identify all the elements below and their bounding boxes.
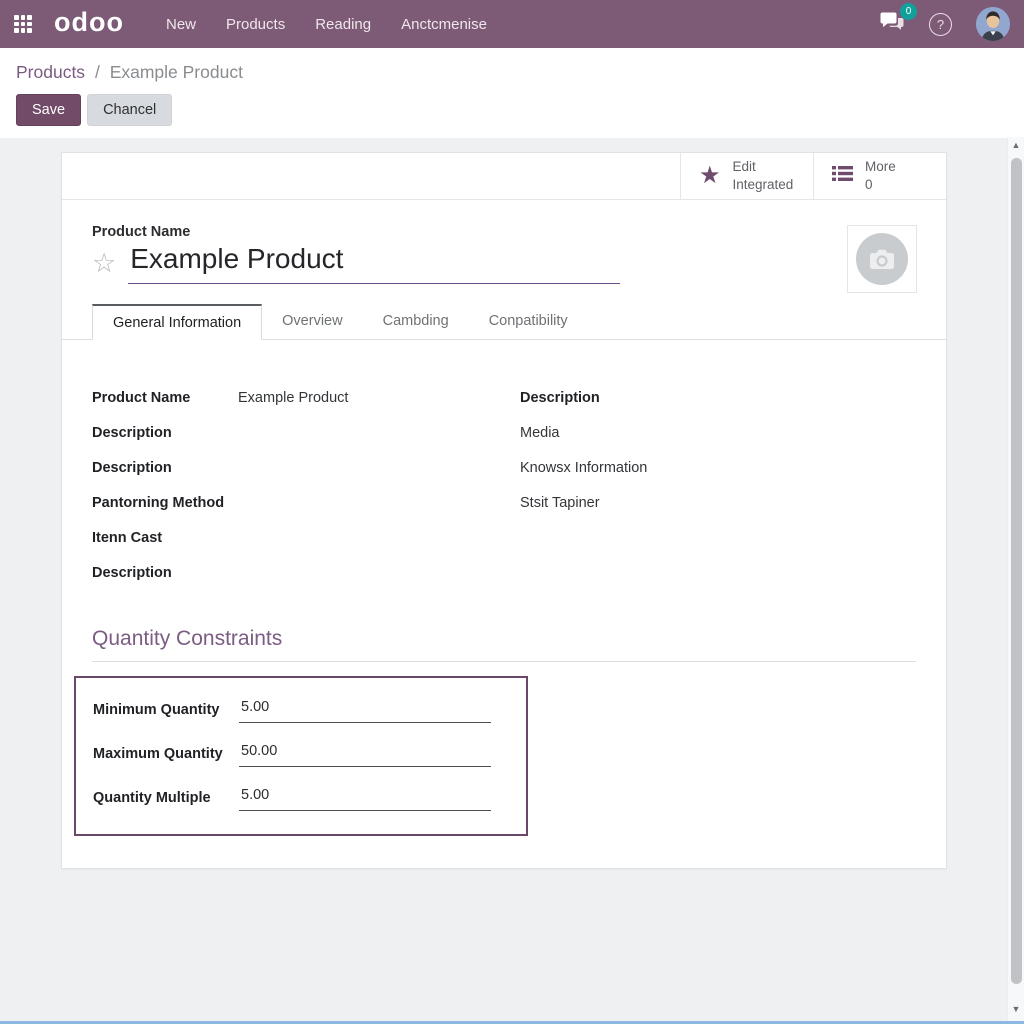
more-line2: 0 [865, 176, 896, 194]
cancel-button[interactable]: Chancel [87, 94, 172, 126]
field-label: Itenn Cast [92, 530, 238, 546]
odoo-logo[interactable]: odoo [54, 9, 124, 40]
field-row: Knowsx Information [520, 450, 916, 485]
tab-overview[interactable]: Overview [262, 304, 362, 340]
edit-integrated-line1: Edit [733, 158, 794, 176]
product-name-input[interactable]: Example Product [128, 243, 620, 284]
main-content: ★ Edit Integrated Mo [0, 138, 1024, 869]
field-label: Pantorning Method [92, 495, 238, 511]
tabs-bar: General Information Overview Cambding Co… [62, 304, 946, 340]
nav-item-reading[interactable]: Reading [315, 16, 371, 33]
minimum-quantity-label: Minimum Quantity [93, 702, 239, 718]
apps-menu-icon[interactable] [14, 15, 32, 33]
field-label: Product Name [92, 390, 238, 406]
quantity-multiple-label: Quantity Multiple [93, 790, 239, 806]
nav-item-anctcmenise[interactable]: Anctcmenise [401, 16, 487, 33]
field-row: Description [92, 555, 520, 590]
breadcrumb-separator: / [95, 62, 100, 82]
field-label: Description [92, 425, 238, 441]
star-filled-icon: ★ [699, 164, 721, 188]
field-value[interactable]: Example Product [238, 390, 348, 406]
product-form-card: ★ Edit Integrated Mo [61, 152, 947, 869]
form-area: Product NameExample Product Description … [92, 380, 916, 590]
page-header: Products / Example Product Save Chancel [0, 48, 1024, 138]
field-row: Minimum Quantity 5.00 [76, 688, 526, 732]
field-row: Product NameExample Product [92, 380, 520, 415]
field-label: Stsit Tapiner [520, 495, 666, 511]
edit-integrated-button[interactable]: ★ Edit Integrated [680, 153, 813, 199]
quantity-constraints-title: Quantity Constraints [92, 627, 916, 651]
messages-button[interactable]: 0 [879, 11, 905, 37]
scroll-down-icon[interactable]: ▼ [1008, 1004, 1024, 1014]
section-divider [92, 661, 916, 662]
scroll-up-icon[interactable]: ▲ [1008, 140, 1024, 150]
screen: odoo New Products Reading Anctcmenise 0 … [0, 0, 1024, 1024]
field-label: Description [92, 460, 238, 476]
user-avatar[interactable] [976, 7, 1010, 41]
breadcrumb: Products / Example Product [16, 62, 1008, 83]
product-name-label: Product Name [92, 224, 946, 240]
minimum-quantity-input[interactable]: 5.00 [239, 697, 491, 723]
top-navbar: odoo New Products Reading Anctcmenise 0 … [0, 0, 1024, 48]
field-row: Description [520, 380, 916, 415]
field-row: Quantity Multiple 5.00 [76, 776, 526, 820]
camera-icon [856, 233, 908, 285]
messages-count-badge: 0 [900, 3, 917, 20]
save-button[interactable]: Save [16, 94, 81, 126]
tab-conpatibility[interactable]: Conpatibility [469, 304, 588, 340]
field-row: Maximum Quantity 50.00 [76, 732, 526, 776]
field-label: Description [520, 390, 666, 406]
scrollbar-thumb[interactable] [1011, 158, 1022, 984]
action-buttons: Save Chancel [16, 94, 1008, 126]
breadcrumb-products-link[interactable]: Products [16, 62, 85, 82]
field-label: Knowsx Information [520, 460, 666, 476]
list-icon [832, 165, 853, 187]
vertical-scrollbar: ▲ ▼ [1007, 137, 1024, 1024]
field-row: Itenn Cast [92, 520, 520, 555]
avatar-person-icon [976, 7, 1010, 41]
quantity-multiple-input[interactable]: 5.00 [239, 785, 491, 811]
form-left-column: Product NameExample Product Description … [92, 380, 520, 590]
field-label: Media [520, 425, 666, 441]
field-row: Media [520, 415, 916, 450]
product-image-upload[interactable] [847, 225, 917, 293]
chat-bubbles-icon [879, 19, 905, 36]
field-row: Description [92, 415, 520, 450]
favorite-star-icon[interactable]: ☆ [92, 250, 116, 277]
quantity-constraints-group: Minimum Quantity 5.00 Maximum Quantity 5… [74, 676, 528, 836]
form-right-column: Description Media Knowsx Information Sts… [520, 380, 916, 590]
navbar-right: 0 ? [879, 7, 1010, 41]
tab-general-information[interactable]: General Information [92, 304, 262, 340]
help-icon[interactable]: ? [929, 13, 952, 36]
nav-item-products[interactable]: Products [226, 16, 285, 33]
nav-item-new[interactable]: New [166, 16, 196, 33]
nav-menu: New Products Reading Anctcmenise [166, 16, 487, 33]
more-line1: More [865, 158, 896, 176]
field-row: Description [92, 450, 520, 485]
maximum-quantity-label: Maximum Quantity [93, 746, 239, 762]
maximum-quantity-input[interactable]: 50.00 [239, 741, 491, 767]
breadcrumb-current: Example Product [110, 62, 243, 82]
field-row: Stsit Tapiner [520, 485, 916, 520]
edit-integrated-line2: Integrated [733, 176, 794, 194]
card-header: ★ Edit Integrated Mo [62, 153, 946, 200]
field-row: Pantorning Method [92, 485, 520, 520]
field-label: Description [92, 565, 238, 581]
tab-cambding[interactable]: Cambding [363, 304, 469, 340]
more-button[interactable]: More 0 [813, 153, 946, 199]
product-name-row: ☆ Example Product [92, 243, 946, 284]
